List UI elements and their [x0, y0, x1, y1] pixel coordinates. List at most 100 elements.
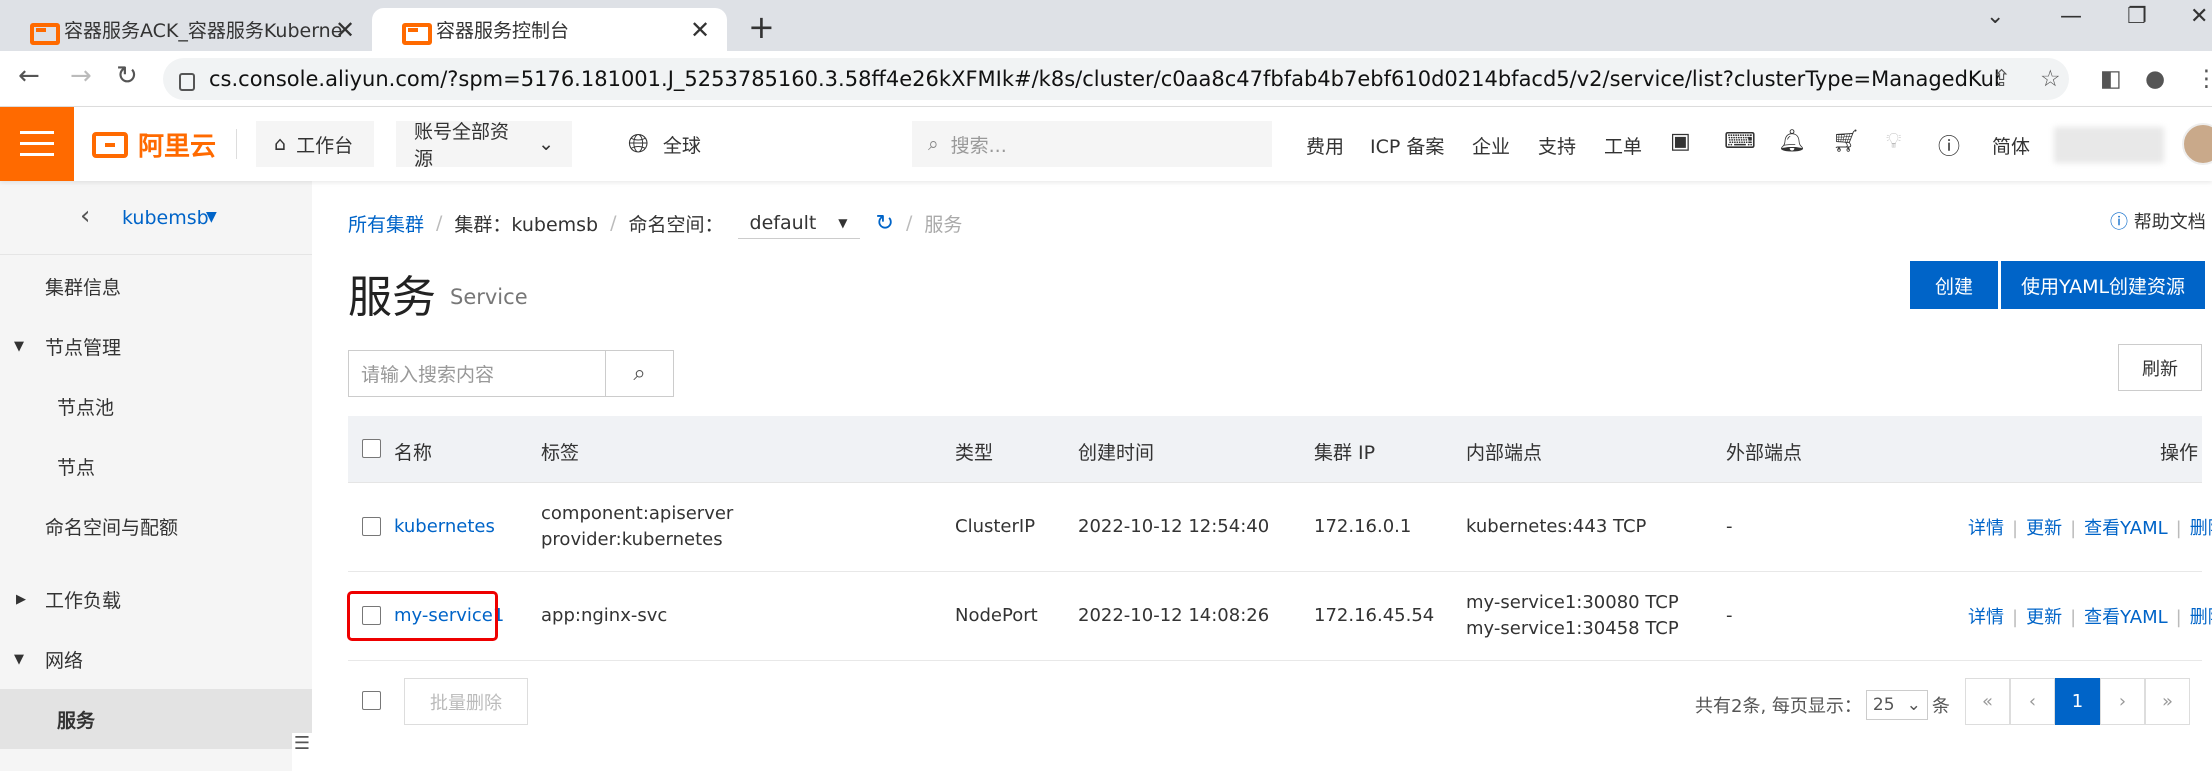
sidebar-item-node-management[interactable]: ▼ 节点管理: [0, 316, 312, 376]
search-placeholder: 搜索...: [950, 134, 1007, 157]
terminal-icon[interactable]: ⌨: [1724, 129, 1756, 154]
col-type: 类型: [955, 442, 994, 464]
link-ticket[interactable]: 工单: [1604, 132, 1642, 159]
service-name-link[interactable]: kubernetes: [394, 514, 495, 540]
service-search-input[interactable]: 请输入搜索内容: [348, 350, 606, 397]
workbench-button[interactable]: ⌂ 工作台: [256, 121, 374, 167]
reload-icon[interactable]: ↻: [116, 61, 138, 91]
page-title: 服务: [348, 272, 436, 323]
sidebar-item-node-pools[interactable]: 节点池: [0, 376, 312, 436]
url-field[interactable]: cs.console.aliyun.com/?spm=5176.181001.J…: [163, 58, 2069, 100]
bell-icon[interactable]: 🔔︎: [1778, 129, 1806, 154]
link-enterprise[interactable]: 企业: [1472, 132, 1510, 159]
view-yaml-link[interactable]: 查看YAML: [2084, 518, 2167, 539]
delete-link[interactable]: 删除: [2190, 607, 2212, 628]
delete-link[interactable]: 删除: [2190, 518, 2212, 539]
details-link[interactable]: 详情: [1968, 518, 2004, 539]
aliyun-favicon-icon: [30, 19, 60, 45]
app-icon[interactable]: ▣: [1670, 129, 1691, 154]
page-subtitle: Service: [450, 285, 528, 309]
page-size-select[interactable]: 25 ⌄: [1865, 690, 1928, 720]
page-button-current[interactable]: 1: [2055, 678, 2100, 725]
col-created: 创建时间: [1078, 442, 1155, 464]
refresh-button[interactable]: 刷新: [2118, 344, 2202, 391]
cart-icon[interactable]: 🛒︎: [1832, 129, 1860, 154]
breadcrumb-cluster: 集群：kubemsb: [454, 213, 599, 236]
table-header: 名称 标签 类型 创建时间 集群 IP 内部端点 外部端点 操作: [348, 416, 2202, 483]
sidebar-item-nodes[interactable]: 节点: [0, 436, 312, 496]
update-link[interactable]: 更新: [2026, 607, 2062, 628]
region-selector[interactable]: 🌐︎ 全球: [628, 129, 701, 160]
avatar[interactable]: [2182, 123, 2212, 165]
browser-tab-console[interactable]: 容器服务控制台 ✕: [372, 8, 727, 51]
lightbulb-icon[interactable]: 💡︎: [1886, 129, 1901, 154]
create-button[interactable]: 创建: [1910, 261, 1998, 309]
sidebar-item-services[interactable]: 服务: [0, 689, 312, 749]
tab-search-chevron-icon[interactable]: ⌄: [1986, 4, 2004, 29]
hamburger-menu-icon[interactable]: [0, 107, 74, 181]
chevron-down-icon: ⌄: [538, 133, 554, 155]
resources-dropdown[interactable]: 账号全部资源 ⌄: [396, 121, 572, 170]
share-icon[interactable]: ⇪: [1992, 66, 2011, 92]
footer-select-all-checkbox[interactable]: [362, 691, 381, 710]
close-window-icon[interactable]: ✕: [2190, 4, 2208, 29]
help-circle-icon[interactable]: ⓘ: [1938, 129, 1960, 161]
row-actions: 详情|更新|查看YAML|删除: [1968, 514, 2212, 540]
menu-icon[interactable]: ⋮: [2195, 66, 2212, 92]
bulk-delete-button[interactable]: 批量删除: [404, 678, 528, 725]
logo-text: 阿里云: [138, 132, 217, 162]
create-yaml-button[interactable]: 使用YAML创建资源: [2001, 261, 2205, 309]
global-search-input[interactable]: ⌕ 搜索...: [912, 121, 1272, 167]
sidebar-toggle-icon[interactable]: ◧: [2100, 66, 2122, 92]
back-icon[interactable]: ←: [18, 61, 40, 91]
close-tab-icon[interactable]: ✕: [687, 16, 713, 44]
created-time: 2022-10-12 12:54:40: [1078, 516, 1270, 537]
view-yaml-link[interactable]: 查看YAML: [2084, 607, 2167, 628]
close-tab-icon[interactable]: ✕: [332, 16, 358, 44]
sidebar-item-cluster-info[interactable]: 集群信息: [0, 256, 312, 316]
language-selector[interactable]: 简体: [1992, 132, 2030, 159]
highlight-box: [347, 591, 498, 641]
sidebar: ‹ kubemsb ▼ 集群信息 ▼ 节点管理 节点池 节点 命名空间与配额 ▶ 工…: [0, 181, 312, 771]
internal-endpoint: my-service1:30458 TCP: [1466, 618, 1679, 639]
col-cluster-ip: 集群 IP: [1314, 442, 1376, 464]
link-support[interactable]: 支持: [1538, 132, 1576, 159]
browser-tab-ack[interactable]: 容器服务ACK_容器服务Kuberne ✕: [0, 8, 372, 51]
select-all-checkbox[interactable]: [362, 439, 381, 458]
row-checkbox[interactable]: [362, 517, 381, 536]
details-link[interactable]: 详情: [1968, 607, 2004, 628]
new-tab-icon[interactable]: +: [748, 8, 775, 46]
prev-page-button[interactable]: ‹: [2010, 678, 2055, 725]
update-link[interactable]: 更新: [2026, 518, 2062, 539]
refresh-icon[interactable]: ↻: [876, 211, 894, 236]
minimize-icon[interactable]: —: [2060, 4, 2082, 29]
breadcrumb: 所有集群 / 集群：kubemsb / 命名空间： default ▼ ↻ / …: [348, 207, 962, 239]
search-button[interactable]: ⌕: [606, 350, 674, 397]
link-billing[interactable]: 费用: [1306, 132, 1344, 159]
sidebar-item-namespaces[interactable]: 命名空间与配额: [0, 496, 312, 556]
first-page-button[interactable]: «: [1965, 678, 2010, 725]
breadcrumb-separator: /: [436, 212, 443, 234]
namespace-select[interactable]: default ▼: [737, 207, 860, 239]
collapse-sidebar-icon[interactable]: ☰: [292, 733, 312, 771]
caret-down-icon: ▼: [206, 209, 217, 225]
breadcrumb-all-clusters[interactable]: 所有集群: [348, 210, 424, 237]
profile-icon[interactable]: ●: [2145, 66, 2165, 92]
cluster-name: kubemsb: [122, 207, 209, 229]
sidebar-item-network[interactable]: ▼ 网络: [0, 629, 312, 689]
internal-endpoint: kubernetes:443 TCP: [1466, 516, 1647, 537]
sidebar-item-label: 节点池: [57, 396, 115, 419]
link-icp[interactable]: ICP 备案: [1370, 132, 1444, 159]
next-page-button[interactable]: ›: [2100, 678, 2145, 725]
help-docs-link[interactable]: ⓘ 帮助文档: [2110, 208, 2206, 234]
aliyun-logo[interactable]: 阿里云: [92, 126, 216, 163]
cluster-switcher[interactable]: ‹ kubemsb ▼: [0, 181, 312, 255]
sidebar-item-label: 命名空间与配额: [45, 516, 179, 539]
forward-icon[interactable]: →: [70, 61, 92, 91]
bookmark-star-icon[interactable]: ☆: [2040, 66, 2061, 92]
restore-icon[interactable]: ❐: [2127, 4, 2147, 29]
sidebar-item-workloads[interactable]: ▶ 工作负载: [0, 569, 312, 629]
back-chevron-icon[interactable]: ‹: [80, 201, 90, 231]
last-page-button[interactable]: »: [2145, 678, 2190, 725]
search-icon: ⌕: [928, 133, 939, 155]
